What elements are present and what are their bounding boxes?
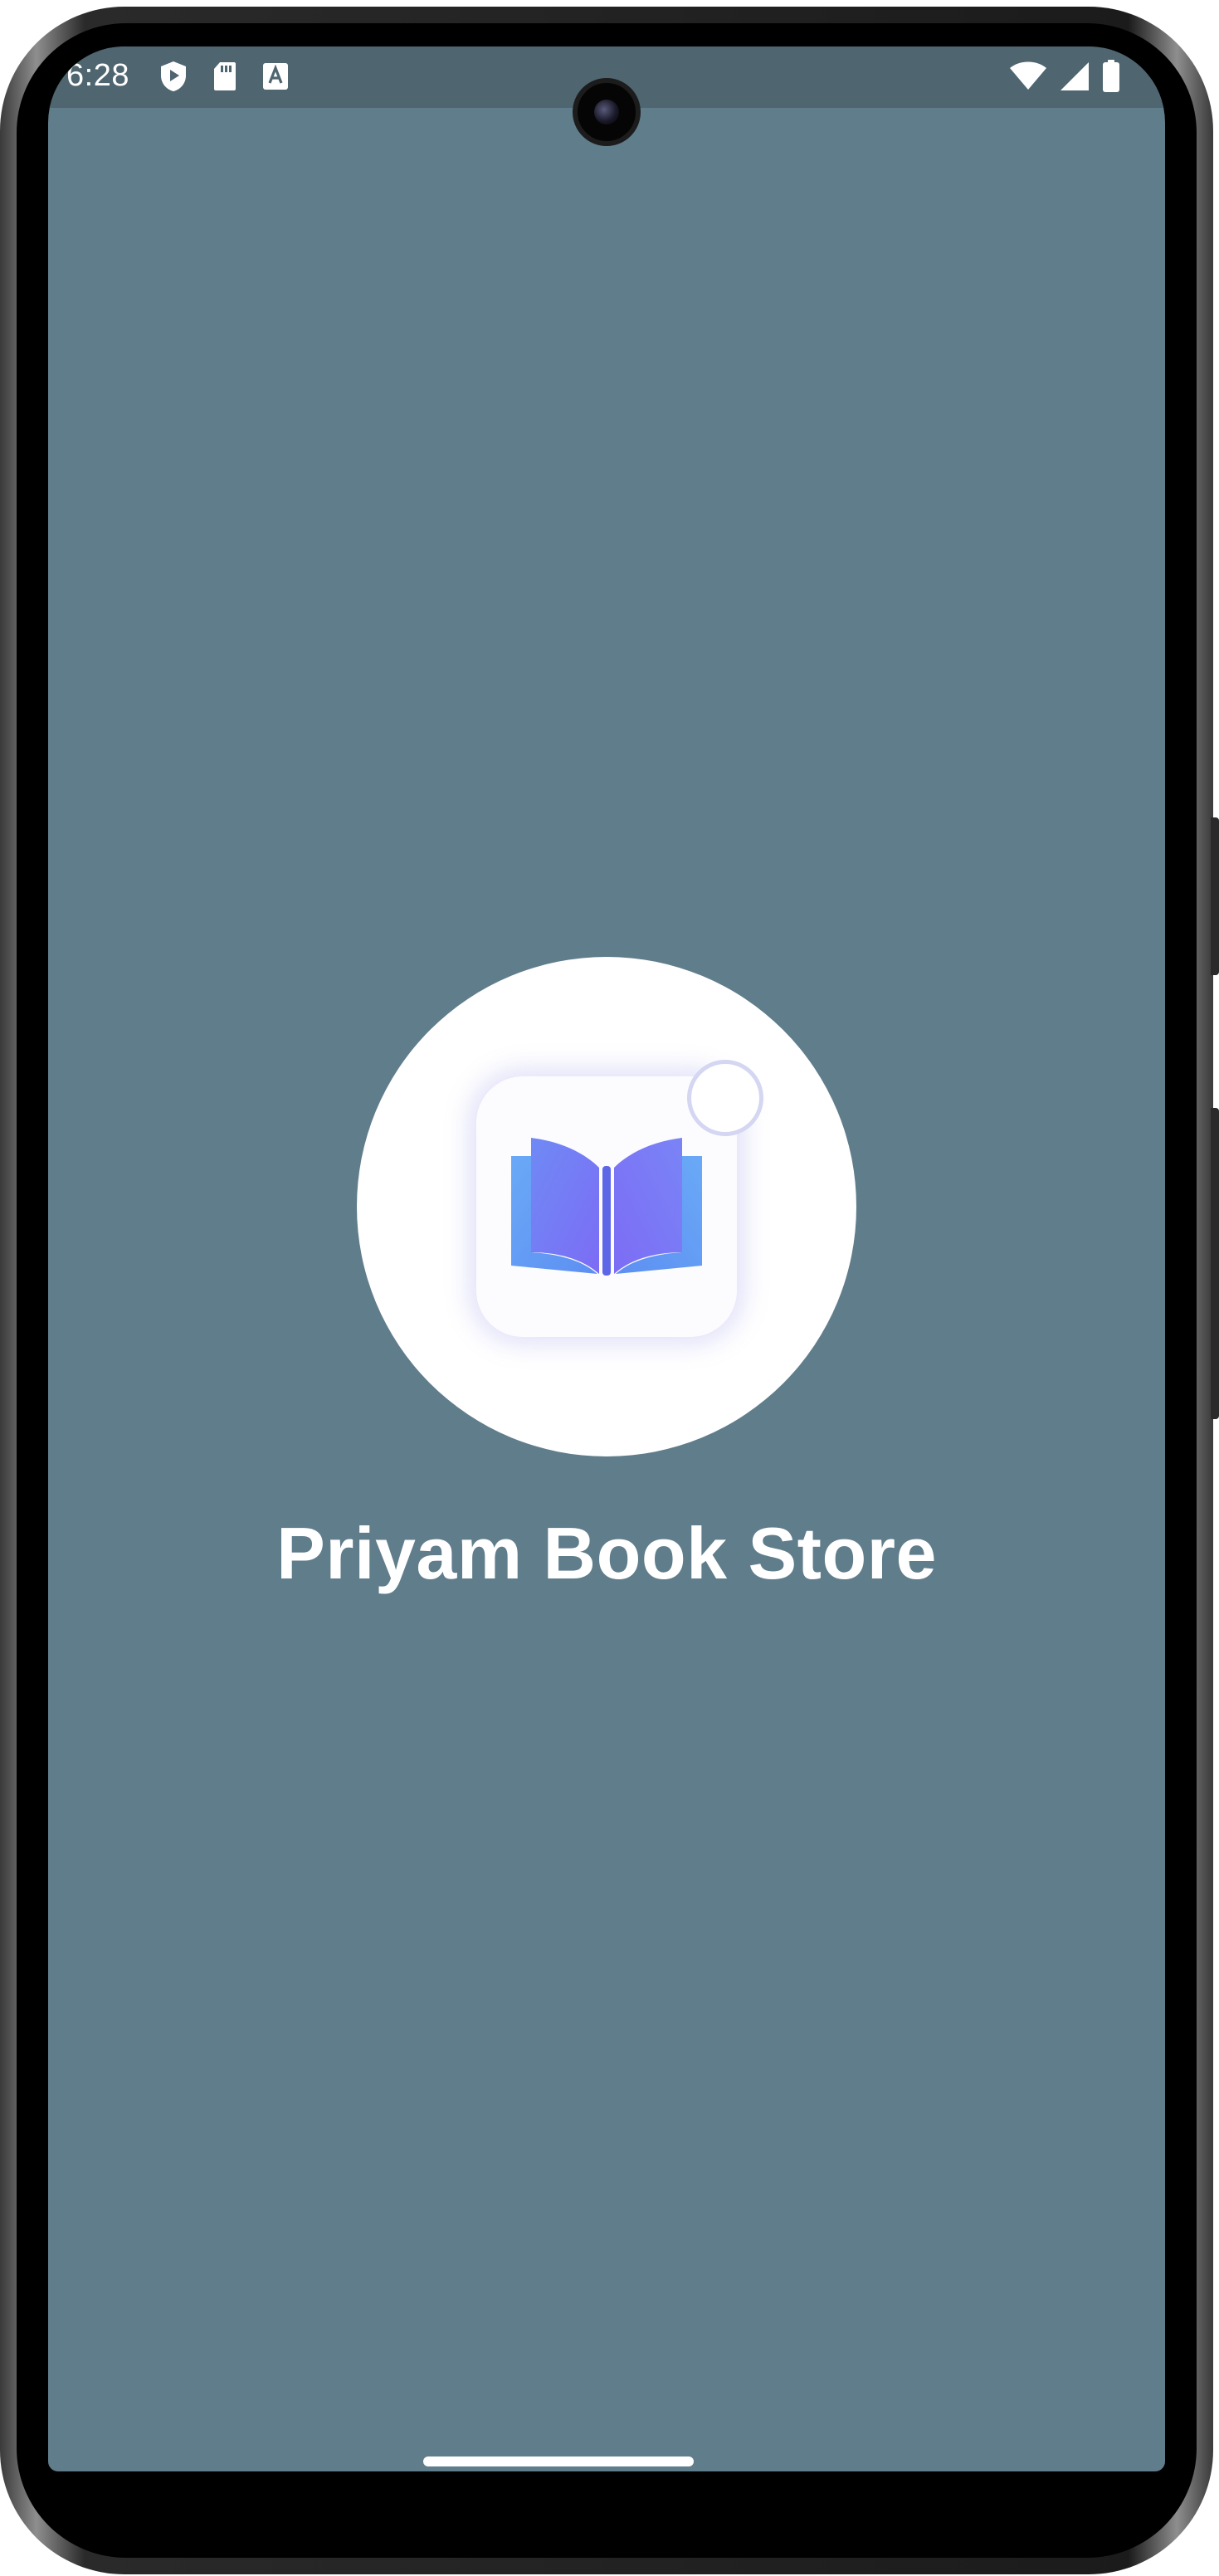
status-system-icons	[1009, 60, 1120, 93]
sd-card-icon	[214, 62, 236, 90]
volume-button	[1211, 1108, 1219, 1419]
open-book-icon	[511, 1138, 702, 1276]
battery-icon	[1103, 60, 1119, 92]
cellular-signal-icon	[1061, 62, 1089, 90]
front-camera	[573, 78, 641, 146]
power-button	[1211, 817, 1219, 975]
font-a-icon	[263, 63, 288, 90]
status-time: 6:28	[66, 58, 129, 93]
notification-badge-ring	[687, 1060, 763, 1136]
phone-device: 6:28 Priyam Book Store	[0, 0, 1219, 2576]
home-indicator[interactable]	[423, 2456, 694, 2466]
app-logo	[357, 957, 856, 1456]
screen: 6:28 Priyam Book Store	[48, 46, 1165, 2471]
wifi-icon	[1010, 61, 1046, 90]
app-name-title: Priyam Book Store	[276, 1512, 937, 1594]
status-notification-icons	[159, 60, 289, 93]
shield-play-icon	[161, 61, 186, 91]
